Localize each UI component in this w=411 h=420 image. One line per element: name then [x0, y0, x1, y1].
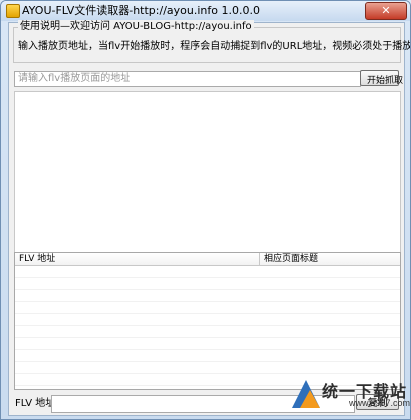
main-panel: 使用说明—欢迎访问 AYOU-BLOG-http://ayou.info 输入播… — [8, 20, 410, 416]
site-watermark: 统一下载站 www.3987.com — [290, 378, 410, 411]
start-capture-button[interactable]: 开始抓取 — [360, 70, 403, 86]
watermark-logo-icon — [292, 380, 320, 408]
flv-url-label: FLV 地址 — [15, 398, 56, 409]
app-icon — [6, 4, 20, 18]
flv-url-table[interactable]: FLV 地址 相应页面标题 — [14, 252, 401, 390]
table-header: FLV 地址 相应页面标题 — [15, 253, 400, 266]
app-window: AYOU-FLV文件读取器-http://ayou.info 1.0.0.0 ✕… — [0, 0, 411, 420]
table-body[interactable] — [15, 266, 400, 389]
close-button[interactable]: ✕ — [365, 2, 407, 20]
instructions-title: 使用说明—欢迎访问 AYOU-BLOG-http://ayou.info — [18, 20, 254, 34]
column-header-page-title[interactable]: 相应页面标题 — [259, 253, 400, 265]
instructions-text: 输入播放页地址，当flv开始播放时，程序会自动捕捉到flv的URL地址，视频必须… — [18, 41, 411, 52]
instructions-group: 使用说明—欢迎访问 AYOU-BLOG-http://ayou.info 输入播… — [13, 20, 410, 63]
column-header-flv-url[interactable]: FLV 地址 — [19, 253, 257, 265]
watermark-url: www.3987.com — [349, 398, 411, 408]
window-title: AYOU-FLV文件读取器-http://ayou.info 1.0.0.0 — [22, 4, 260, 17]
url-input[interactable]: 请输入flv播放页面的地址 — [14, 71, 361, 87]
preview-pane[interactable] — [14, 91, 401, 253]
title-bar[interactable]: AYOU-FLV文件读取器-http://ayou.info 1.0.0.0 ✕ — [1, 1, 410, 21]
